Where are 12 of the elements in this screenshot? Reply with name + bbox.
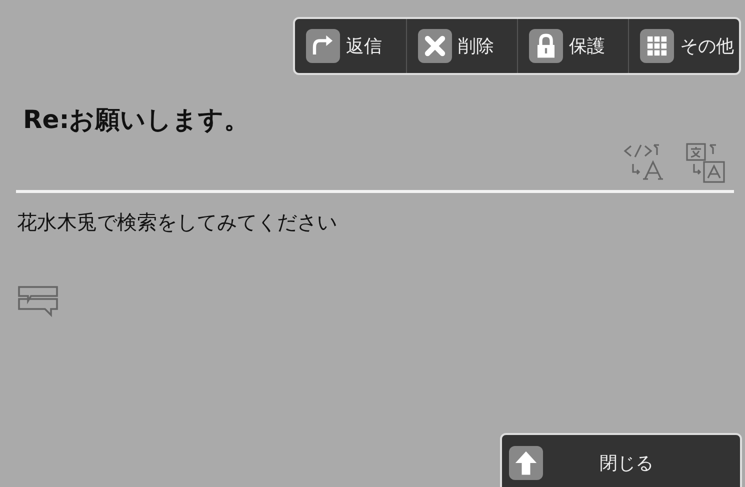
delete-button[interactable]: 削除 bbox=[406, 19, 517, 73]
cross-icon bbox=[418, 29, 452, 63]
grid-icon bbox=[640, 29, 674, 63]
padlock-icon bbox=[529, 29, 563, 63]
more-button[interactable]: その他 bbox=[628, 19, 739, 73]
reply-button[interactable]: 返信 bbox=[295, 19, 406, 73]
close-button[interactable]: 閉じる bbox=[500, 433, 742, 487]
protect-button[interactable]: 保護 bbox=[517, 19, 628, 73]
translate-icon[interactable] bbox=[685, 142, 727, 184]
comments-icon[interactable] bbox=[18, 286, 60, 320]
message-body: 花水木兎で検索をしてみてください bbox=[17, 209, 338, 236]
message-title: Re:お願いします。 bbox=[23, 104, 250, 136]
